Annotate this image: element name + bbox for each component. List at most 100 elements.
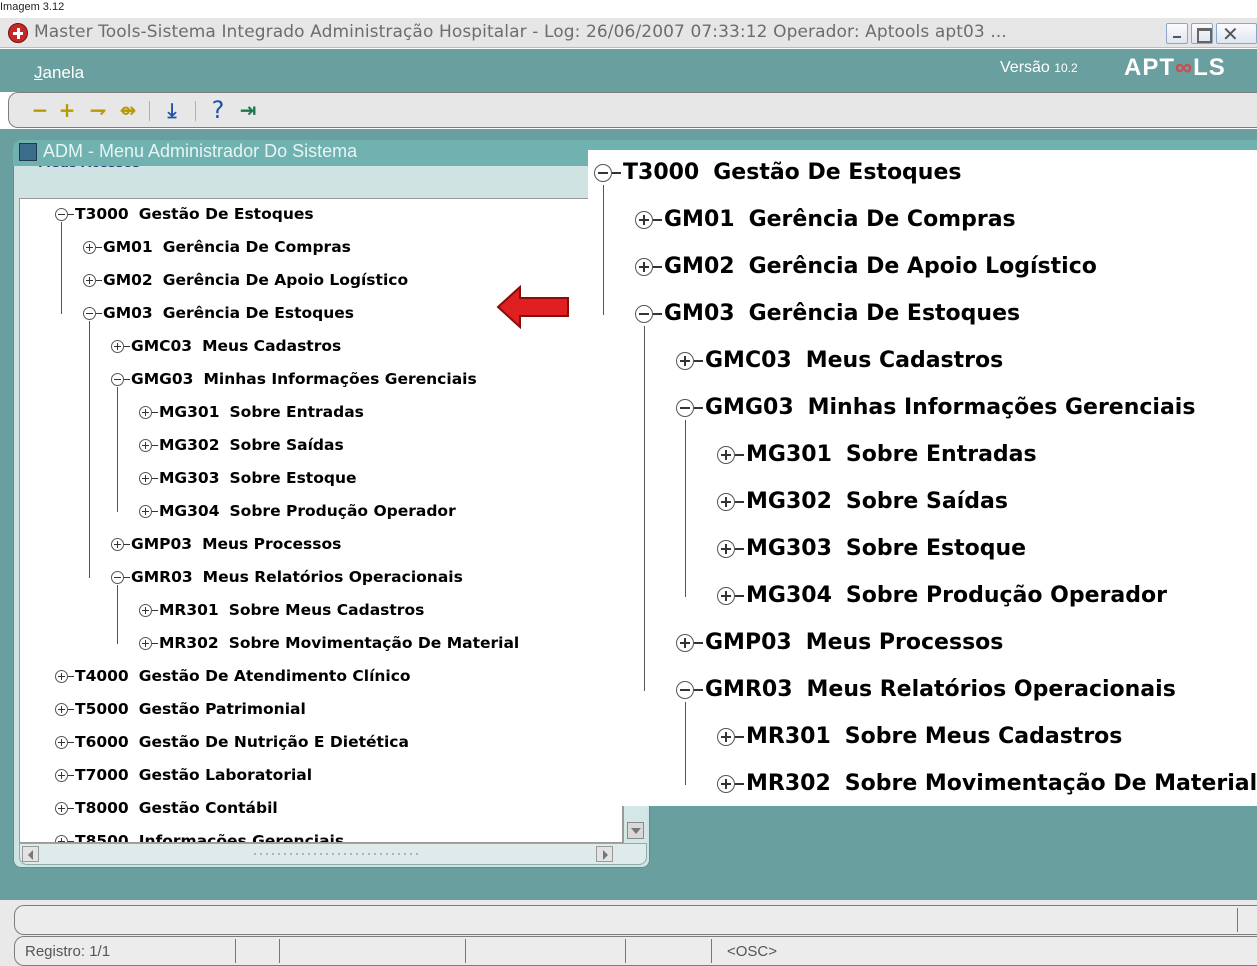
tree-connector bbox=[152, 445, 158, 446]
tree-node-gmc03[interactable]: GMC03 Meus Cadastros bbox=[111, 337, 341, 355]
tree-node-gm02[interactable]: GM02 Gerência De Apoio Logístico bbox=[83, 271, 408, 289]
expand-icon[interactable] bbox=[635, 211, 653, 229]
tree-node-gmc03[interactable]: GMC03 Meus Cadastros bbox=[676, 348, 1003, 373]
tree-node-mg302[interactable]: MG302 Sobre Saídas bbox=[717, 489, 1008, 514]
collapse-icon[interactable] bbox=[676, 399, 694, 417]
tree-node-mg303[interactable]: MG303 Sobre Estoque bbox=[717, 536, 1026, 561]
tree-node-gmp03[interactable]: GMP03 Meus Processos bbox=[676, 630, 1003, 655]
figure-caption: Imagem 3.12 bbox=[0, 1, 65, 13]
minimize-button[interactable] bbox=[1166, 23, 1188, 44]
remove-record-icon[interactable]: − bbox=[27, 97, 53, 123]
expand-icon[interactable] bbox=[139, 472, 152, 485]
tree-node-t3000[interactable]: T3000 Gestão De Estoques bbox=[55, 205, 314, 223]
tree-node-gmr03[interactable]: GMR03 Meus Relatórios Operacionais bbox=[676, 677, 1176, 702]
expand-icon[interactable] bbox=[717, 775, 735, 793]
expand-icon[interactable] bbox=[717, 446, 735, 464]
scroll-left-icon[interactable] bbox=[22, 846, 39, 862]
help-icon[interactable]: ? bbox=[205, 96, 231, 124]
scroll-right-icon[interactable] bbox=[596, 846, 613, 862]
tree-connector bbox=[735, 595, 744, 597]
tree-node-mg304[interactable]: MG304 Sobre Produção Operador bbox=[139, 502, 456, 520]
scroll-down-icon[interactable] bbox=[627, 822, 644, 839]
expand-icon[interactable] bbox=[83, 274, 96, 287]
expand-icon[interactable] bbox=[717, 540, 735, 558]
tree-node-gm01[interactable]: GM01 Gerência De Compras bbox=[635, 207, 1016, 232]
scroll-thumb[interactable] bbox=[42, 846, 595, 862]
tree-node-mg301[interactable]: MG301 Sobre Entradas bbox=[717, 442, 1037, 467]
version-number: 10.2 bbox=[1054, 61, 1078, 75]
status-separator bbox=[625, 939, 626, 963]
collapse-icon[interactable] bbox=[55, 208, 68, 221]
expand-icon[interactable] bbox=[139, 439, 152, 452]
toolbar: − + ⇁ ⇴ ⤓ ? ⇥ bbox=[8, 92, 1257, 128]
tree-node-gmg03[interactable]: GMG03 Minhas Informações Gerenciais bbox=[676, 395, 1195, 420]
tree-node-mr302[interactable]: MR302 Sobre Movimentação De Material bbox=[717, 771, 1257, 796]
close-icon: ✕ bbox=[1222, 22, 1239, 46]
tree-node-code: MG302 bbox=[746, 489, 832, 514]
tree-node-gmg03[interactable]: GMG03 Minhas Informações Gerenciais bbox=[111, 370, 477, 388]
expand-icon[interactable] bbox=[139, 406, 152, 419]
tree-node-gm01[interactable]: GM01 Gerência De Compras bbox=[83, 238, 351, 256]
tree-node-gmr03[interactable]: GMR03 Meus Relatórios Operacionais bbox=[111, 568, 463, 586]
tree-node-code: GMC03 bbox=[131, 337, 193, 355]
maximize-button[interactable] bbox=[1191, 23, 1213, 44]
tree-node-t8500[interactable]: T8500 Informações Gerenciais bbox=[55, 832, 344, 842]
expand-icon[interactable] bbox=[55, 736, 68, 749]
horizontal-scrollbar[interactable] bbox=[19, 843, 647, 865]
expand-icon[interactable] bbox=[139, 604, 152, 617]
tree-node-label: Sobre Entradas bbox=[845, 442, 1037, 467]
expand-icon[interactable] bbox=[139, 505, 152, 518]
tree-node-label: Sobre Movimentação De Material bbox=[844, 771, 1257, 796]
collapse-icon[interactable] bbox=[111, 571, 124, 584]
tree-node-gm02[interactable]: GM02 Gerência De Apoio Logístico bbox=[635, 254, 1097, 279]
tree-node-mr301[interactable]: MR301 Sobre Meus Cadastros bbox=[139, 601, 424, 619]
expand-icon[interactable] bbox=[717, 587, 735, 605]
tree-node-t4000[interactable]: T4000 Gestão De Atendimento Clínico bbox=[55, 667, 411, 685]
tree-connector bbox=[735, 501, 744, 503]
expand-icon[interactable] bbox=[111, 538, 124, 551]
expand-icon[interactable] bbox=[717, 493, 735, 511]
expand-icon[interactable] bbox=[55, 670, 68, 683]
save-down-icon[interactable]: ⤓ bbox=[159, 97, 185, 123]
tree-guide-line bbox=[603, 185, 604, 315]
tree-node-mg303[interactable]: MG303 Sobre Estoque bbox=[139, 469, 357, 487]
expand-icon[interactable] bbox=[83, 241, 96, 254]
remove-row-icon[interactable]: ⇁ bbox=[85, 97, 111, 123]
tree-node-gmp03[interactable]: GMP03 Meus Processos bbox=[111, 535, 341, 553]
expand-icon[interactable] bbox=[676, 634, 694, 652]
exit-icon[interactable]: ⇥ bbox=[235, 97, 261, 123]
tree-node-gm03[interactable]: GM03 Gerência De Estoques bbox=[83, 304, 354, 322]
close-button[interactable]: ✕ bbox=[1216, 22, 1257, 46]
expand-icon[interactable] bbox=[55, 769, 68, 782]
expand-icon[interactable] bbox=[139, 637, 152, 650]
collapse-icon[interactable] bbox=[111, 373, 124, 386]
expand-icon[interactable] bbox=[635, 258, 653, 276]
tree-connector bbox=[124, 379, 130, 380]
expand-icon[interactable] bbox=[55, 703, 68, 716]
expand-icon[interactable] bbox=[111, 340, 124, 353]
tree-node-mg302[interactable]: MG302 Sobre Saídas bbox=[139, 436, 344, 454]
tree-node-t8000[interactable]: T8000 Gestão Contábil bbox=[55, 799, 278, 817]
add-rows-icon[interactable]: ⇴ bbox=[115, 97, 141, 123]
tree-node-t7000[interactable]: T7000 Gestão Laboratorial bbox=[55, 766, 312, 784]
expand-icon[interactable] bbox=[55, 802, 68, 815]
collapse-icon[interactable] bbox=[594, 164, 612, 182]
collapse-icon[interactable] bbox=[635, 305, 653, 323]
collapse-icon[interactable] bbox=[83, 307, 96, 320]
tree-node-mg301[interactable]: MG301 Sobre Entradas bbox=[139, 403, 364, 421]
tree-node-t5000[interactable]: T5000 Gestão Patrimonial bbox=[55, 700, 306, 718]
tree-node-mg304[interactable]: MG304 Sobre Produção Operador bbox=[717, 583, 1167, 608]
tree-node-mr302[interactable]: MR302 Sobre Movimentação De Material bbox=[139, 634, 519, 652]
tree-node-gm03[interactable]: GM03 Gerência De Estoques bbox=[635, 301, 1020, 326]
add-record-icon[interactable]: + bbox=[54, 97, 80, 123]
tree-connector bbox=[96, 280, 102, 281]
tree-node-t6000[interactable]: T6000 Gestão De Nutrição E Dietética bbox=[55, 733, 409, 751]
menu-janela[interactable]: Janela bbox=[34, 63, 84, 83]
expand-icon[interactable] bbox=[676, 352, 694, 370]
tree-connector bbox=[653, 266, 662, 268]
tree-node-mr301[interactable]: MR301 Sobre Meus Cadastros bbox=[717, 724, 1122, 749]
expand-icon[interactable] bbox=[717, 728, 735, 746]
collapse-icon[interactable] bbox=[676, 681, 694, 699]
expand-icon[interactable] bbox=[55, 835, 68, 842]
tree-node-t3000[interactable]: T3000 Gestão De Estoques bbox=[594, 160, 961, 185]
